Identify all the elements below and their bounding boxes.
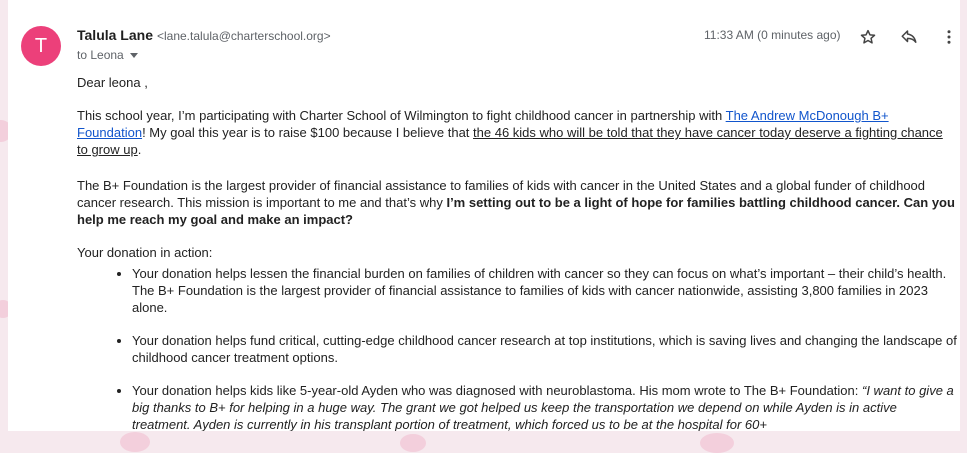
- avatar[interactable]: T: [21, 26, 61, 66]
- background-pattern-dot: [400, 434, 426, 452]
- donation-list: Your donation helps lessen the financial…: [77, 265, 957, 431]
- greeting: Dear leona ,: [77, 75, 148, 90]
- more-vert-icon[interactable]: [937, 25, 960, 49]
- list-item: Your donation helps fund critical, cutti…: [132, 332, 957, 366]
- sender-line: Talula Lane <lane.talula@charterschool.or…: [77, 27, 331, 43]
- list-item: Your donation helps lessen the financial…: [132, 265, 957, 316]
- email-message-card: T Talula Lane <lane.talula@charterschool.…: [8, 0, 960, 431]
- paragraph-goal: This school year, I’m participating with…: [77, 108, 943, 157]
- reply-icon[interactable]: [897, 25, 921, 49]
- background-pattern-dot: [700, 433, 734, 453]
- paragraph-mission: The B+ Foundation is the largest provide…: [77, 178, 955, 227]
- message-body: Dear leona , This school year, I’m parti…: [77, 74, 957, 431]
- sender-name[interactable]: Talula Lane: [77, 27, 153, 43]
- recipients-toggle[interactable]: to Leona: [77, 48, 138, 62]
- background-pattern-dot: [120, 432, 150, 452]
- sender-email: <lane.talula@charterschool.org>: [156, 29, 331, 43]
- list-item: Your donation helps kids like 5-year-old…: [132, 382, 957, 431]
- message-timestamp: 11:33 AM (0 minutes ago): [704, 28, 841, 42]
- star-icon[interactable]: [856, 25, 880, 49]
- chevron-down-icon[interactable]: [129, 53, 138, 59]
- donation-heading: Your donation in action:: [77, 245, 213, 260]
- recipient-label: to Leona: [77, 48, 124, 62]
